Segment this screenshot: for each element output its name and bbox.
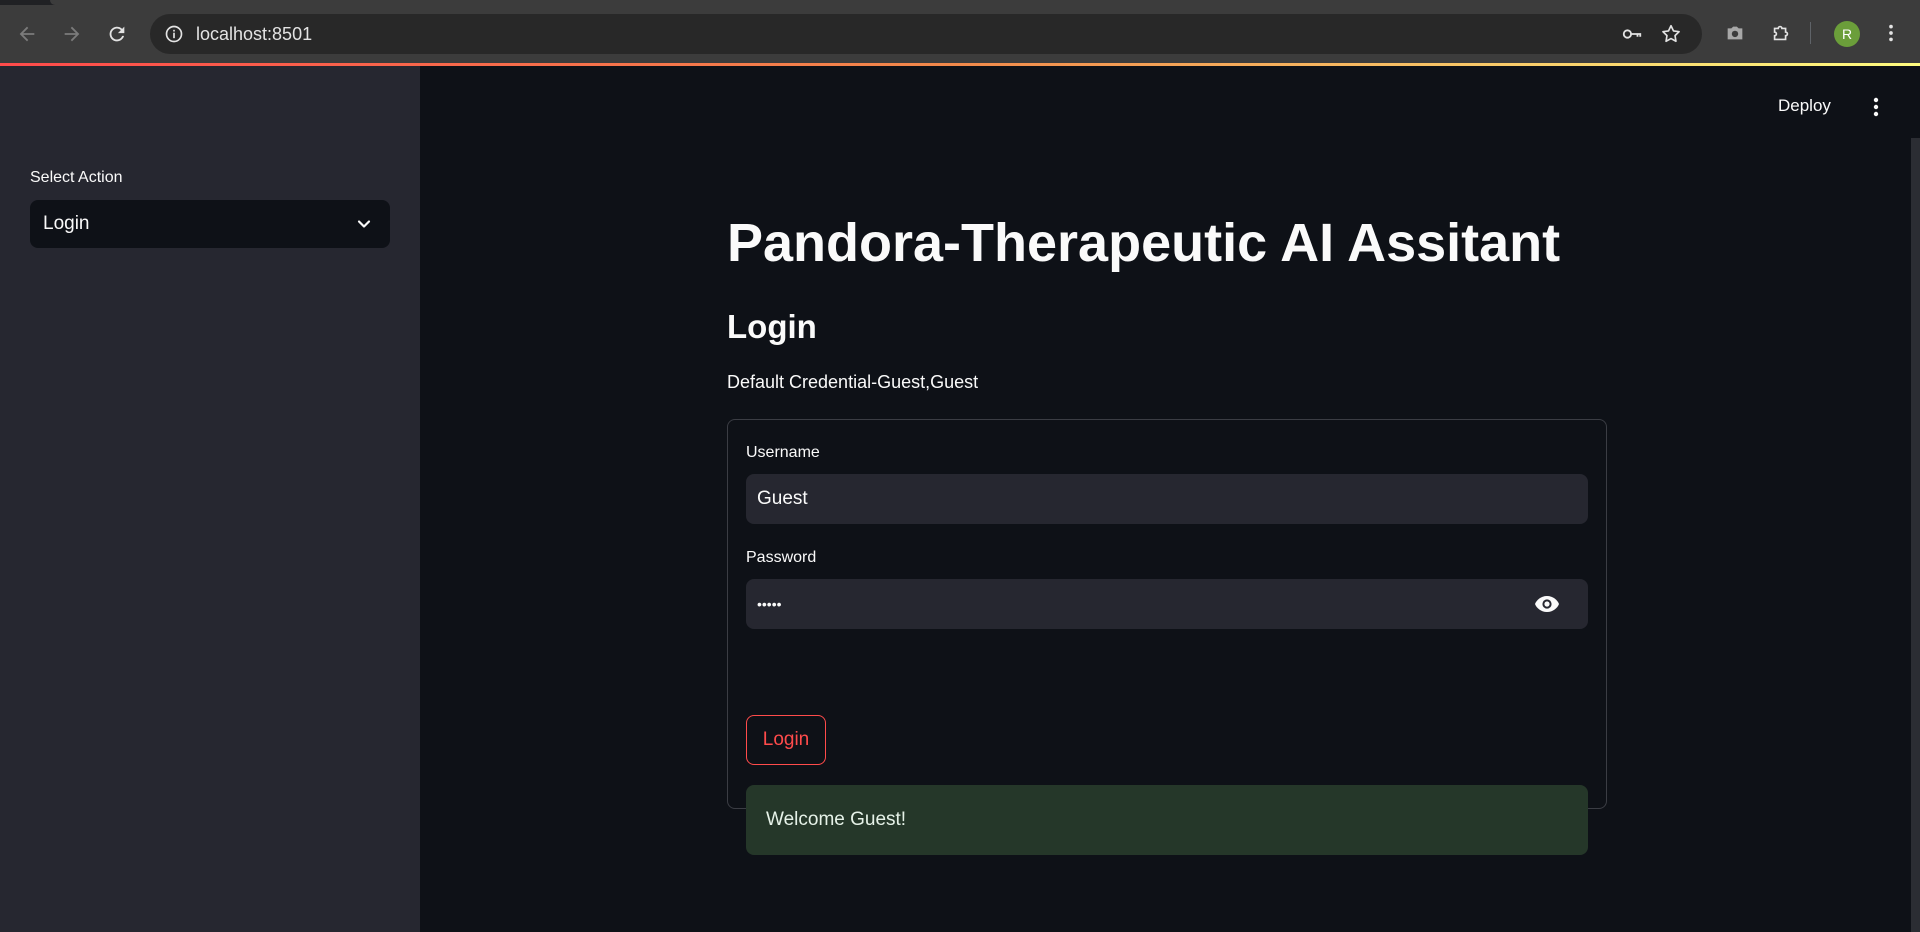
profile-avatar[interactable]: R — [1834, 21, 1860, 47]
main-menu-icon[interactable] — [1866, 96, 1886, 118]
tab-strip — [0, 0, 1920, 5]
url-text[interactable]: localhost:8501 — [196, 14, 312, 54]
page-title: Pandora-Therapeutic AI Assitant — [727, 213, 1561, 273]
star-icon[interactable] — [1659, 22, 1683, 46]
username-value: Guest — [757, 488, 808, 509]
browser-toolbar: localhost:8501 R — [0, 0, 1920, 66]
chevron-down-icon — [357, 220, 371, 228]
username-label: Username — [746, 444, 820, 461]
camera-icon[interactable] — [1720, 18, 1750, 48]
info-icon[interactable] — [162, 22, 186, 46]
success-alert: Welcome Guest! — [746, 785, 1588, 855]
password-label: Password — [746, 549, 817, 566]
password-value: ••••• — [757, 596, 782, 612]
kebab-icon[interactable] — [1876, 18, 1906, 48]
username-input[interactable]: Guest — [746, 474, 1588, 524]
select-action-label: Select Action — [30, 169, 123, 186]
deploy-button[interactable]: Deploy — [1778, 96, 1831, 116]
eye-icon[interactable] — [1534, 594, 1560, 614]
password-input[interactable]: ••••• — [746, 579, 1588, 629]
login-form: Username Guest Password ••••• Login Welc… — [727, 419, 1607, 855]
reload-icon[interactable] — [100, 17, 134, 51]
active-tab[interactable] — [50, 0, 1920, 5]
puzzle-icon[interactable] — [1766, 18, 1796, 48]
back-icon[interactable] — [10, 17, 44, 51]
key-icon[interactable] — [1620, 22, 1644, 46]
login-button[interactable]: Login — [746, 715, 826, 765]
main-scrollbar[interactable] — [1911, 138, 1920, 932]
address-bar[interactable]: localhost:8501 — [150, 14, 1702, 54]
select-action-dropdown[interactable]: Login — [30, 200, 390, 248]
credential-note: Default Credential-Guest,Guest — [727, 372, 979, 392]
forward-icon[interactable] — [55, 17, 89, 51]
section-title: Login — [727, 308, 817, 345]
select-action-value: Login — [43, 213, 90, 234]
success-message: Welcome Guest! — [766, 809, 907, 830]
main-content: Deploy Pandora-Therapeutic AI Assitant L… — [420, 66, 1920, 932]
toolbar-separator — [1810, 22, 1811, 44]
sidebar: Select Action Login — [0, 66, 420, 932]
